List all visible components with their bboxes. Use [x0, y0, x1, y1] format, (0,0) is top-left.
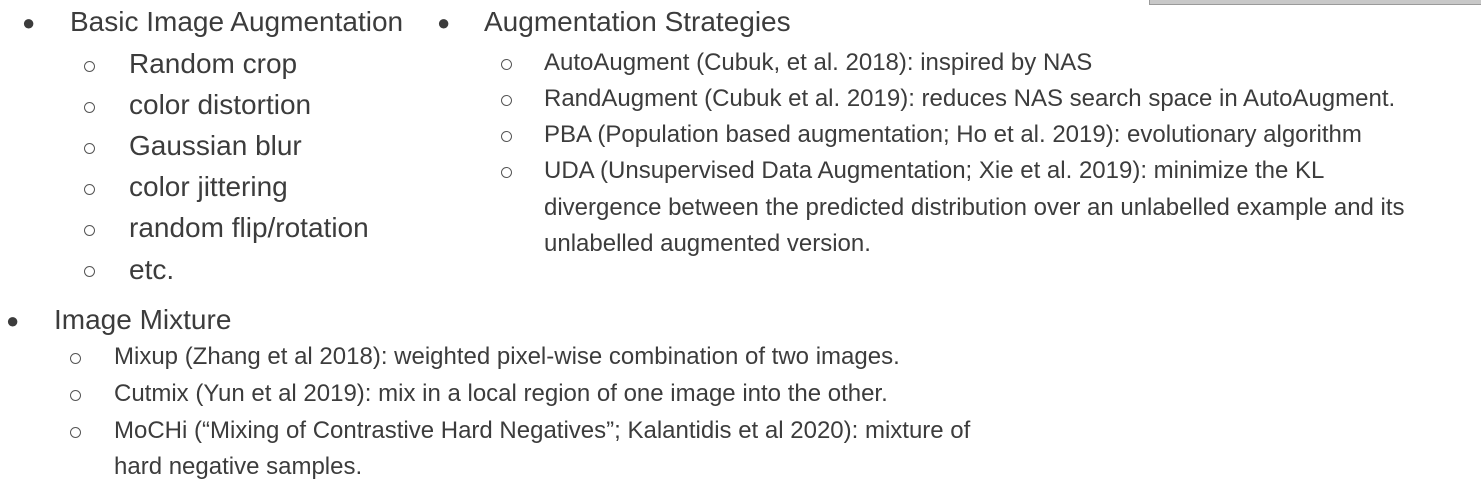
basic-item-etc: etc. — [129, 254, 175, 285]
bullet-icon: ● — [437, 10, 451, 35]
circle-bullet-icon — [84, 102, 95, 113]
circle-bullet-icon — [501, 59, 512, 70]
basic-item-color-distortion: color distortion — [129, 89, 312, 120]
circle-bullet-icon — [84, 225, 95, 236]
basic-item-random-crop: Random crop — [129, 48, 298, 79]
strategy-uda-line2: divergence between the predicted distrib… — [544, 194, 1405, 221]
strategy-autoaugment: AutoAugment (Cubuk, et al. 2018): inspir… — [544, 49, 1093, 76]
circle-bullet-icon — [70, 353, 81, 364]
corner-scrollbar — [1149, 0, 1481, 5]
basic-heading: Basic Image Augmentation — [70, 6, 404, 37]
basic-item-gaussian-blur: Gaussian blur — [129, 130, 302, 161]
circle-bullet-icon — [501, 131, 512, 142]
mixture-mixup: Mixup (Zhang et al 2018): weighted pixel… — [114, 343, 900, 370]
circle-bullet-icon — [84, 61, 95, 72]
circle-bullet-icon — [70, 390, 81, 401]
strategy-uda-line1: UDA (Unsupervised Data Augmentation; Xie… — [544, 157, 1325, 184]
strategy-randaugment: RandAugment (Cubuk et al. 2019): reduces… — [544, 85, 1396, 112]
bullet-icon: ● — [6, 308, 20, 333]
circle-bullet-icon — [70, 427, 81, 438]
circle-bullet-icon — [501, 167, 512, 178]
mixture-mochi-line1: MoCHi (“Mixing of Contrastive Hard Negat… — [114, 417, 971, 444]
basic-item-color-jittering: color jittering — [129, 171, 288, 202]
circle-bullet-icon — [84, 266, 95, 277]
circle-bullet-icon — [501, 95, 512, 106]
strategy-pba: PBA (Population based augmentation; Ho e… — [544, 121, 1362, 148]
strategies-heading: Augmentation Strategies — [484, 6, 791, 37]
circle-bullet-icon — [84, 184, 95, 195]
mixture-cutmix: Cutmix (Yun et al 2019): mix in a local … — [114, 380, 888, 407]
circle-bullet-icon — [84, 143, 95, 154]
basic-item-flip-rotation: random flip/rotation — [129, 212, 369, 243]
mixture-heading: Image Mixture — [54, 304, 232, 335]
strategy-uda-line3: unlabelled augmented version. — [544, 230, 871, 257]
mixture-mochi-line2: hard negative samples. — [114, 453, 363, 480]
bullet-icon: ● — [22, 10, 36, 35]
